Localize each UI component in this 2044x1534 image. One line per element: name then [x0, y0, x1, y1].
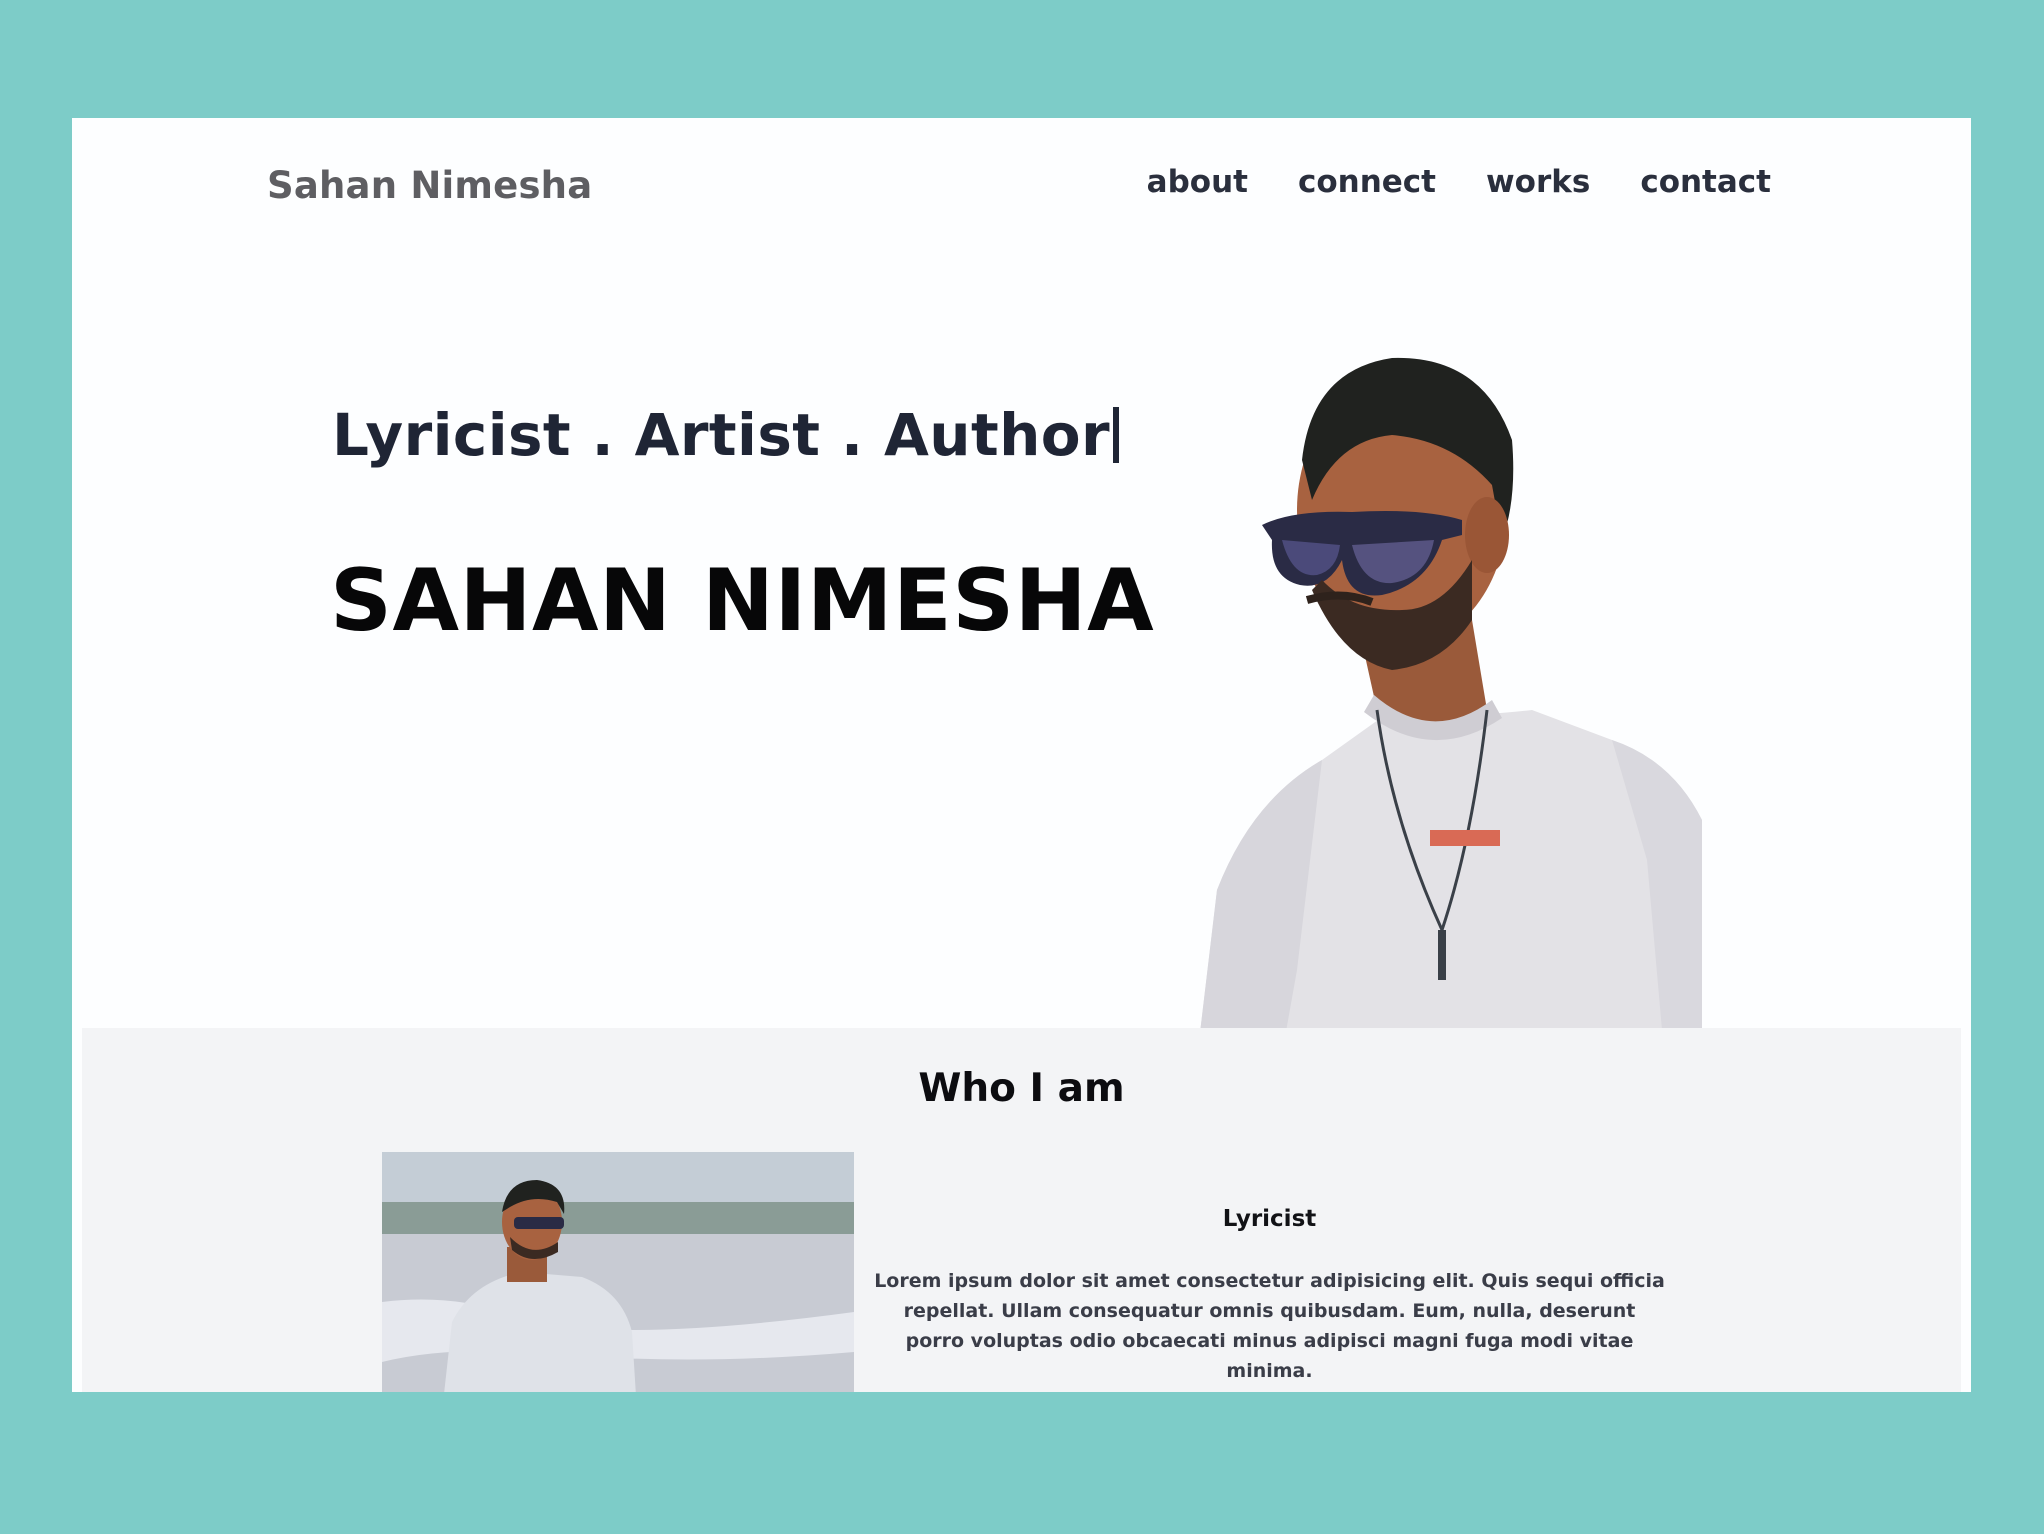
hero-tagline: Lyricist . Artist . Author: [332, 401, 1111, 469]
section-title: Who I am: [918, 1066, 1125, 1111]
who-i-am-section: Who I am Lyricist Lorem ipsum dolor sit …: [82, 1028, 1961, 1392]
website-screen: Sahan Nimesha about connect works contac…: [72, 118, 1971, 1392]
navbar: Sahan Nimesha about connect works contac…: [72, 118, 1971, 258]
nav-link-about[interactable]: about: [1147, 164, 1248, 200]
role-title: Lyricist: [1222, 1206, 1317, 1232]
nav-link-contact[interactable]: contact: [1640, 164, 1771, 200]
about-text-block: Lyricist Lorem ipsum dolor sit amet cons…: [872, 1206, 1667, 1386]
nav-link-works[interactable]: works: [1486, 164, 1590, 200]
typing-cursor: [1113, 407, 1120, 463]
hero-portrait-image: [1192, 357, 1702, 1148]
brand-logo-link[interactable]: Sahan Nimesha: [267, 164, 592, 207]
nav-links: about connect works contact: [1147, 164, 1771, 200]
role-description: Lorem ipsum dolor sit amet consectetur a…: [874, 1270, 1665, 1382]
about-photo-image: [382, 1152, 854, 1392]
hero-tagline-row: Lyricist . Artist . Author: [332, 401, 1120, 469]
nav-link-connect[interactable]: connect: [1298, 164, 1436, 200]
hero-name: SAHAN NIMESHA: [330, 551, 1155, 651]
